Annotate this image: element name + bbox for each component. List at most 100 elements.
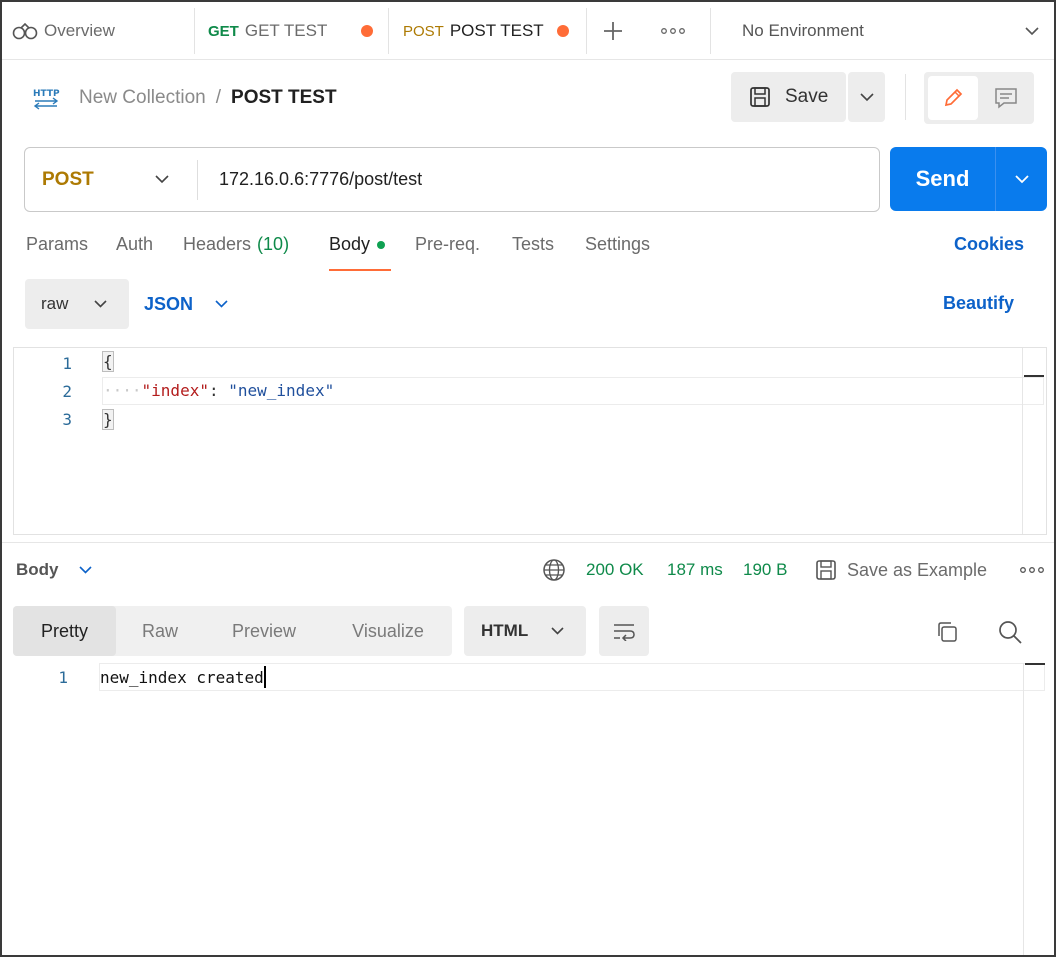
body-mode-label: raw bbox=[41, 294, 69, 313]
response-body-viewer[interactable]: 1 new_index created bbox=[13, 663, 1047, 955]
copy-icon[interactable] bbox=[935, 620, 959, 644]
ellipsis-icon bbox=[661, 27, 685, 35]
tab-bar: Overview GET GET TEST POST POST TEST No … bbox=[2, 2, 1054, 60]
scrollbar-track bbox=[1023, 663, 1024, 955]
json-line: ····"index": "new_index" bbox=[103, 381, 334, 400]
response-status[interactable]: 200 OK bbox=[586, 560, 644, 580]
save-button[interactable]: Save bbox=[731, 72, 846, 122]
save-options-button[interactable] bbox=[848, 72, 885, 122]
tab-body-label: Body bbox=[329, 234, 371, 254]
chevron-down-icon bbox=[551, 627, 564, 635]
body-mode-selector[interactable]: raw bbox=[25, 279, 129, 329]
environment-selector[interactable]: No Environment bbox=[742, 2, 1047, 60]
response-line: new_index created bbox=[100, 665, 266, 689]
globe-icon[interactable] bbox=[542, 558, 566, 582]
save-label: Save bbox=[785, 86, 829, 107]
view-visualize[interactable]: Visualize bbox=[324, 606, 452, 656]
tab-get-test[interactable]: GET GET TEST bbox=[208, 2, 383, 60]
response-text: new_index created bbox=[100, 667, 264, 687]
search-icon[interactable] bbox=[997, 619, 1023, 645]
comments-button[interactable] bbox=[982, 76, 1030, 120]
request-url-bar: POST 172.16.0.6:7776/post/test bbox=[24, 147, 880, 212]
app-window: Overview GET GET TEST POST POST TEST No … bbox=[0, 0, 1056, 957]
scrollbar-thumb[interactable] bbox=[1025, 663, 1045, 665]
pencil-icon bbox=[942, 87, 964, 109]
tab-method-badge: GET bbox=[208, 22, 239, 40]
breadcrumb: New Collection / POST TEST bbox=[79, 85, 337, 111]
scrollbar-thumb[interactable] bbox=[1024, 375, 1044, 377]
overview-label: Overview bbox=[44, 21, 115, 40]
scrollbar-track bbox=[1022, 348, 1023, 534]
tab-post-test[interactable]: POST POST TEST bbox=[403, 2, 583, 60]
breadcrumb-collection[interactable]: New Collection bbox=[79, 87, 206, 109]
view-pretty[interactable]: Pretty bbox=[13, 606, 116, 656]
method-label: POST bbox=[42, 168, 94, 190]
comment-icon bbox=[994, 87, 1018, 109]
save-icon bbox=[749, 86, 771, 108]
body-language-selector[interactable]: JSON bbox=[144, 292, 228, 316]
svg-text:HTTP: HTTP bbox=[33, 89, 60, 99]
json-key: "index" bbox=[141, 381, 209, 400]
chevron-down-icon bbox=[1024, 26, 1040, 36]
text-cursor bbox=[263, 666, 266, 688]
cookies-link[interactable]: Cookies bbox=[954, 234, 1024, 255]
save-icon bbox=[815, 559, 837, 581]
chevron-down-icon bbox=[215, 300, 228, 308]
beautify-link[interactable]: Beautify bbox=[943, 293, 1014, 314]
view-raw[interactable]: Raw bbox=[116, 606, 204, 656]
ellipsis-icon[interactable] bbox=[1020, 566, 1044, 574]
response-size[interactable]: 190 B bbox=[743, 560, 787, 580]
chevron-down-icon bbox=[78, 566, 92, 574]
plus-icon bbox=[602, 20, 624, 42]
http-icon: HTTP bbox=[32, 85, 60, 111]
tab-auth[interactable]: Auth bbox=[116, 234, 153, 255]
new-tab-button[interactable] bbox=[602, 2, 632, 60]
wrap-lines-button[interactable] bbox=[599, 606, 649, 656]
response-time[interactable]: 187 ms bbox=[667, 560, 723, 580]
tab-title: GET TEST bbox=[244, 21, 328, 40]
chevron-down-icon bbox=[94, 300, 107, 308]
overview-icon bbox=[12, 21, 38, 41]
send-button[interactable]: Send bbox=[890, 147, 995, 211]
response-format-label: HTML bbox=[481, 621, 529, 640]
line-number: 2 bbox=[62, 382, 72, 401]
method-selector[interactable]: POST bbox=[25, 148, 197, 211]
tab-title: POST TEST bbox=[449, 21, 544, 40]
breadcrumb-separator: / bbox=[215, 87, 222, 108]
line-number: 1 bbox=[62, 354, 72, 373]
json-value: "new_index" bbox=[228, 381, 335, 400]
response-format-selector[interactable]: HTML bbox=[464, 606, 586, 656]
open-brace: { bbox=[102, 351, 114, 372]
tab-method-badge: POST bbox=[403, 22, 444, 40]
tab-settings[interactable]: Settings bbox=[585, 234, 650, 255]
url-input[interactable]: 172.16.0.6:7776/post/test bbox=[219, 148, 869, 211]
unsaved-indicator bbox=[557, 25, 569, 37]
chevron-down-icon bbox=[859, 92, 874, 102]
line-number: 3 bbox=[62, 410, 72, 429]
indent-guide: ···· bbox=[103, 381, 142, 400]
save-as-example-label: Save as Example bbox=[847, 559, 988, 580]
body-language-label: JSON bbox=[144, 293, 194, 314]
tab-headers[interactable]: Headers (10) bbox=[183, 234, 289, 255]
view-preview[interactable]: Preview bbox=[204, 606, 324, 656]
send-options-button[interactable] bbox=[996, 147, 1047, 211]
chevron-down-icon bbox=[155, 175, 169, 184]
response-section-label: Body bbox=[16, 560, 59, 579]
response-section-selector[interactable]: Body bbox=[16, 558, 92, 582]
send-button-group: Send bbox=[890, 147, 1047, 211]
active-tab-underline bbox=[329, 269, 391, 271]
close-brace: } bbox=[102, 409, 114, 430]
chevron-down-icon bbox=[1014, 174, 1029, 184]
more-tabs-button[interactable] bbox=[661, 2, 687, 60]
request-title[interactable]: POST TEST bbox=[231, 87, 337, 109]
edit-mode-button[interactable] bbox=[928, 76, 978, 120]
tab-params[interactable]: Params bbox=[26, 234, 88, 255]
json-colon: : bbox=[208, 381, 219, 400]
wrap-text-icon bbox=[612, 621, 636, 641]
tab-body[interactable]: Body bbox=[329, 234, 386, 255]
tab-prereq[interactable]: Pre-req. bbox=[415, 234, 480, 255]
save-as-example-button[interactable]: Save as Example bbox=[815, 556, 987, 584]
tab-overview[interactable]: Overview bbox=[12, 2, 192, 60]
request-body-editor[interactable]: 1 2 3 { ····"index": "new_index" } bbox=[13, 347, 1047, 535]
tab-tests[interactable]: Tests bbox=[512, 234, 554, 255]
